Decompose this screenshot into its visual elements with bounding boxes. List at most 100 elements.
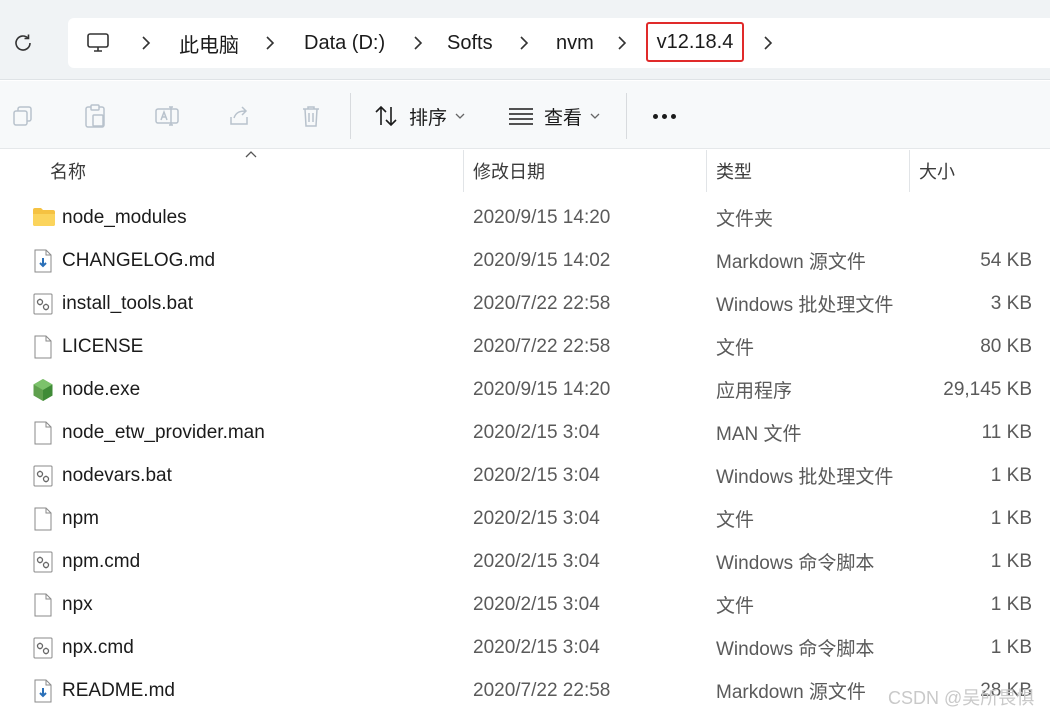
breadcrumb-item-softs[interactable]: Softs	[447, 18, 493, 68]
file-modified-date: 2020/2/15 3:04	[473, 507, 600, 529]
ellipsis-icon	[652, 113, 658, 119]
file-row[interactable]: node_modules 2020/9/15 14:20 文件夹	[0, 196, 1050, 239]
file-modified-date: 2020/9/15 14:20	[473, 378, 611, 400]
file-type: Markdown 源文件	[716, 252, 866, 273]
file-row[interactable]: install_tools.bat 2020/7/22 22:58 Windows …	[0, 282, 1050, 325]
file-icon	[32, 335, 54, 359]
column-headers: 名称 修改日期 类型 大小	[0, 150, 1050, 192]
file-type: Windows 批处理文件	[716, 467, 894, 488]
command-bar: 排序 查看	[0, 81, 1050, 149]
file-type: 文件	[716, 338, 755, 359]
file-type: Markdown 源文件	[716, 682, 866, 703]
copy-icon[interactable]	[8, 101, 38, 131]
file-size: 3 KB	[990, 292, 1032, 314]
markdown-file-icon	[32, 679, 54, 703]
file-type: 文件	[716, 510, 755, 531]
file-modified-date: 2020/9/15 14:20	[473, 206, 611, 228]
breadcrumb[interactable]: 此电脑 Data (D:) Softs nvm v12.18.4	[68, 18, 1050, 68]
chevron-right-icon[interactable]	[136, 18, 156, 68]
chevron-right-icon[interactable]	[758, 18, 778, 68]
file-name: node.exe	[62, 378, 141, 400]
file-modified-date: 2020/9/15 14:02	[473, 249, 611, 271]
rename-icon[interactable]	[152, 101, 182, 131]
file-row[interactable]: node_etw_provider.man 2020/2/15 3:04 MAN 文…	[0, 411, 1050, 454]
file-name: LICENSE	[62, 335, 144, 357]
file-type: Windows 命令脚本	[716, 553, 875, 574]
file-row[interactable]: npx 2020/2/15 3:04 文件 1 KB	[0, 583, 1050, 626]
chevron-right-icon[interactable]	[260, 18, 280, 68]
column-divider[interactable]	[909, 150, 910, 192]
file-size: 54 KB	[980, 249, 1032, 271]
file-type: Windows 命令脚本	[716, 639, 875, 660]
file-name: CHANGELOG.md	[62, 249, 216, 271]
view-list-icon	[509, 108, 533, 125]
share-icon[interactable]	[224, 101, 254, 131]
delete-icon[interactable]	[296, 101, 326, 131]
file-icon	[32, 421, 54, 445]
file-name: nodevars.bat	[62, 464, 172, 486]
file-type: 文件夹	[716, 209, 774, 230]
view-button[interactable]: 查看	[508, 97, 600, 135]
breadcrumb-current-folder[interactable]: v12.18.4	[646, 22, 744, 62]
computer-icon[interactable]	[86, 18, 110, 68]
file-size: 11 KB	[981, 421, 1032, 443]
file-size: 1 KB	[990, 507, 1032, 529]
chevron-right-icon[interactable]	[408, 18, 428, 68]
refresh-button[interactable]	[8, 28, 38, 58]
column-divider[interactable]	[463, 150, 464, 192]
file-size: 1 KB	[990, 464, 1032, 486]
file-icon	[32, 507, 54, 531]
column-divider[interactable]	[706, 150, 707, 192]
sort-button[interactable]: 排序	[373, 97, 465, 135]
file-row[interactable]: npm 2020/2/15 3:04 文件 1 KB	[0, 497, 1050, 540]
column-header-date[interactable]: 修改日期	[473, 150, 545, 192]
file-list: node_modules 2020/9/15 14:20 文件夹 CHANGELOG.…	[0, 196, 1050, 712]
breadcrumb-item-this-pc[interactable]: 此电脑	[179, 18, 239, 68]
file-name: node_modules	[62, 206, 187, 228]
sort-label: 排序	[409, 107, 448, 129]
file-name: npm.cmd	[62, 550, 141, 572]
file-type: 应用程序	[716, 381, 793, 402]
file-type: MAN 文件	[716, 424, 802, 445]
file-name: npx.cmd	[62, 636, 134, 658]
file-row[interactable]: nodevars.bat 2020/2/15 3:04 Windows 批处理文件 1…	[0, 454, 1050, 497]
file-size: 29,145 KB	[943, 378, 1032, 400]
file-row[interactable]: node.exe 2020/9/15 14:20 应用程序 29,145 KB	[0, 368, 1050, 411]
file-size: 1 KB	[990, 636, 1032, 658]
batch-file-icon	[32, 636, 54, 660]
sort-icon	[375, 105, 397, 127]
batch-file-icon	[32, 292, 54, 316]
batch-file-icon	[32, 464, 54, 488]
file-modified-date: 2020/7/22 22:58	[473, 679, 611, 701]
file-type: Windows 批处理文件	[716, 295, 894, 316]
breadcrumb-item-nvm[interactable]: nvm	[556, 18, 594, 68]
toolbar-divider	[350, 93, 351, 139]
file-modified-date: 2020/7/22 22:58	[473, 335, 611, 357]
file-row[interactable]: LICENSE 2020/7/22 22:58 文件 80 KB	[0, 325, 1050, 368]
view-label: 查看	[544, 107, 583, 129]
file-name: npm	[62, 507, 99, 529]
file-size: 1 KB	[990, 593, 1032, 615]
file-modified-date: 2020/2/15 3:04	[473, 636, 600, 658]
file-modified-date: 2020/2/15 3:04	[473, 550, 600, 572]
chevron-right-icon[interactable]	[514, 18, 534, 68]
toolbar-divider	[626, 93, 627, 139]
file-icon	[32, 593, 54, 617]
file-row[interactable]: npx.cmd 2020/2/15 3:04 Windows 命令脚本 1 KB	[0, 626, 1050, 669]
markdown-file-icon	[32, 249, 54, 273]
sort-ascending-icon	[245, 151, 257, 158]
chevron-right-icon[interactable]	[612, 18, 632, 68]
more-options-button[interactable]	[640, 101, 688, 131]
column-header-size[interactable]: 大小	[919, 150, 955, 192]
watermark: CSDN @吴所畏惧	[888, 688, 1035, 708]
paste-icon[interactable]	[80, 101, 110, 131]
file-row[interactable]: CHANGELOG.md 2020/9/15 14:02 Markdown 源文件 5…	[0, 239, 1050, 282]
column-header-name[interactable]: 名称	[50, 150, 86, 192]
folder-icon	[32, 206, 55, 230]
chevron-down-icon	[455, 113, 465, 119]
breadcrumb-item-data-drive[interactable]: Data (D:)	[304, 18, 385, 68]
file-row[interactable]: npm.cmd 2020/2/15 3:04 Windows 命令脚本 1 KB	[0, 540, 1050, 583]
batch-file-icon	[32, 550, 54, 574]
column-header-type[interactable]: 类型	[716, 150, 752, 192]
address-area: 此电脑 Data (D:) Softs nvm v12.18.4	[0, 0, 1050, 80]
